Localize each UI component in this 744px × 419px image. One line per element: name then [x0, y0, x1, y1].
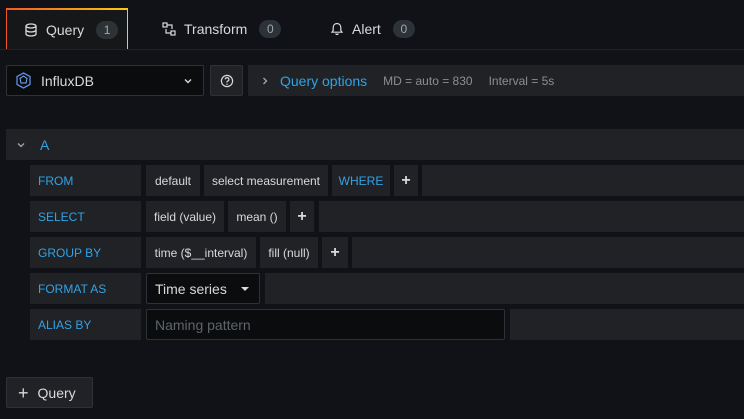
query-options-interval: Interval = 5s — [488, 73, 555, 88]
tab-query-count: 1 — [96, 20, 119, 39]
tab-transform[interactable]: Transform 0 — [145, 8, 295, 49]
field-segment[interactable]: field (value) — [146, 201, 224, 232]
tab-alert-label: Alert — [352, 20, 381, 37]
chevron-down-icon — [182, 74, 194, 86]
add-query-button[interactable]: + Query — [6, 377, 93, 408]
tab-bar: Query 1 Transform 0 Alert 0 — [0, 0, 744, 50]
fill-segment[interactable]: fill (null) — [260, 237, 318, 268]
tab-query[interactable]: Query 1 — [6, 8, 128, 49]
format-as-select[interactable]: Time series — [146, 273, 260, 304]
caret-down-icon — [241, 287, 249, 291]
tab-query-label: Query — [46, 21, 85, 38]
alias-by-label: ALIAS BY — [30, 309, 141, 340]
time-interval-segment[interactable]: time ($__interval) — [146, 237, 256, 268]
where-keyword[interactable]: WHERE — [332, 165, 390, 196]
add-where-button[interactable]: + — [394, 165, 418, 196]
measurement-segment[interactable]: select measurement — [204, 165, 328, 196]
datasource-name: InfluxDB — [41, 72, 94, 89]
aggregation-segment[interactable]: mean () — [228, 201, 286, 232]
group-by-label: GROUP BY — [30, 237, 141, 268]
query-row-header[interactable]: A — [6, 129, 744, 160]
format-as-label: FORMAT AS — [30, 273, 141, 304]
select-row: SELECT field (value) mean () + — [30, 201, 744, 232]
group-by-row: GROUP BY time ($__interval) fill (null) … — [30, 237, 744, 268]
tab-alert-count: 0 — [392, 19, 415, 38]
retention-policy-segment[interactable]: default — [146, 165, 200, 196]
datasource-picker[interactable]: InfluxDB — [6, 65, 204, 96]
question-circle-icon — [220, 74, 234, 88]
alias-by-row: ALIAS BY — [30, 309, 744, 340]
format-as-row-filler — [265, 273, 744, 304]
from-row: FROM default select measurement WHERE + — [30, 165, 744, 196]
select-row-filler — [319, 201, 744, 232]
query-options-md: MD = auto = 830 — [383, 73, 473, 88]
influxdb-logo-icon — [15, 72, 32, 89]
tab-alert[interactable]: Alert 0 — [313, 8, 423, 49]
query-ref-id[interactable]: A — [40, 137, 49, 153]
format-as-row: FORMAT AS Time series — [30, 273, 744, 304]
add-query-label: Query — [37, 384, 76, 401]
group-by-row-filler — [352, 237, 744, 268]
help-button[interactable] — [210, 65, 243, 96]
query-options-title: Query options — [280, 72, 368, 89]
from-row-filler — [422, 165, 744, 196]
tab-transform-count: 0 — [259, 19, 282, 38]
chevron-right-icon — [260, 76, 270, 86]
query-options-bar[interactable]: Query options MD = auto = 830 Interval =… — [248, 65, 744, 96]
alias-by-row-filler — [510, 309, 744, 340]
plus-icon: + — [18, 382, 29, 403]
bell-icon — [330, 22, 344, 36]
alias-by-input[interactable] — [146, 309, 505, 340]
from-label: FROM — [30, 165, 141, 196]
add-select-button[interactable]: + — [290, 201, 314, 232]
chevron-down-icon[interactable] — [16, 140, 26, 150]
tab-transform-label: Transform — [184, 20, 248, 37]
database-icon — [24, 22, 38, 37]
select-label: SELECT — [30, 201, 141, 232]
add-group-by-button[interactable]: + — [322, 237, 348, 268]
format-as-value: Time series — [155, 280, 227, 297]
transform-icon — [162, 21, 176, 36]
